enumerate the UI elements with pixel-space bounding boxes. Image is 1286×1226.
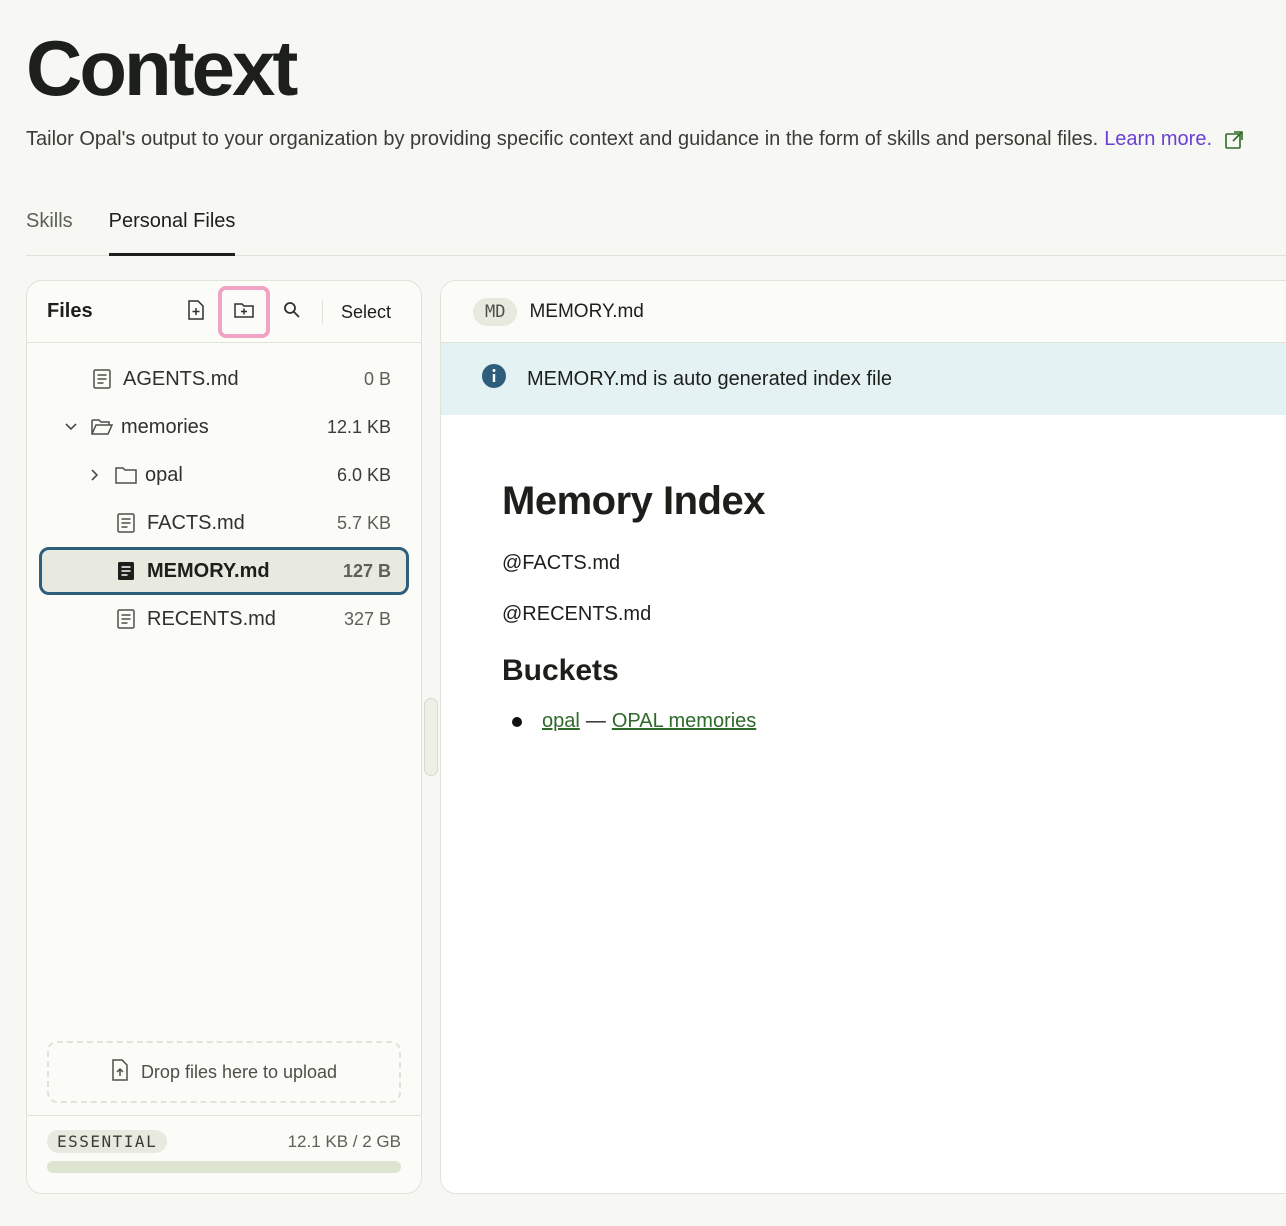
new-folder-icon — [234, 302, 254, 323]
doc-subheading: Buckets — [502, 654, 619, 687]
external-link-icon[interactable] — [1224, 130, 1244, 150]
file-viewer: MD MEMORY.md MEMORY.md is auto generated… — [440, 280, 1286, 1194]
files-header: Files Select — [27, 281, 421, 343]
tree-item-label: opal — [145, 463, 183, 486]
file-icon — [93, 369, 115, 389]
tree-item-size: 0 B — [363, 368, 391, 389]
tree-item-label: MEMORY.md — [147, 559, 270, 582]
viewer-header: MD MEMORY.md — [441, 281, 1286, 343]
tree-item-size: 327 B — [343, 608, 391, 629]
doc-line: @RECENTS.md — [502, 603, 652, 625]
file-tree: AGENTS.md 0 B memories 12.1 KB opal 6.0 … — [27, 343, 421, 643]
chevron-down-icon[interactable] — [61, 422, 81, 432]
doc-line: @FACTS.md — [502, 552, 621, 574]
doc-list: opal — OPAL memories — [502, 710, 1286, 733]
tree-item-label: AGENTS.md — [123, 367, 239, 390]
usage-bar — [47, 1161, 401, 1173]
doc-link-opal[interactable]: opal — [542, 710, 580, 733]
plan-badge: ESSENTIAL — [47, 1130, 168, 1153]
new-file-button[interactable] — [178, 290, 214, 334]
chevron-right-icon[interactable] — [85, 468, 105, 482]
bullet-icon — [512, 716, 522, 727]
tree-item-label: RECENTS.md — [147, 607, 276, 630]
viewer-filename: MEMORY.md — [529, 300, 644, 322]
list-separator: — — [585, 710, 606, 732]
tree-item-memories[interactable]: memories 12.1 KB — [27, 403, 421, 451]
info-icon — [481, 363, 507, 395]
tab-skills[interactable]: Skills — [26, 200, 73, 256]
folder-icon — [115, 466, 137, 484]
tree-item-opal[interactable]: opal 6.0 KB — [27, 451, 421, 499]
file-type-badge: MD — [473, 297, 518, 326]
panel-resize-handle[interactable] — [424, 698, 438, 776]
page-subtitle: Tailor Opal's output to your organizatio… — [26, 128, 1244, 151]
folder-open-icon — [91, 418, 113, 436]
list-item: opal — OPAL memories — [502, 710, 1286, 733]
files-title: Files — [47, 300, 93, 322]
banner-text: MEMORY.md is auto generated index file — [527, 367, 893, 390]
dropzone-label: Drop files here to upload — [140, 1061, 338, 1082]
new-folder-button[interactable] — [217, 286, 270, 338]
files-panel: Files Select AGENTS.md 0 B memories 12.1… — [26, 280, 422, 1194]
file-icon — [117, 609, 139, 629]
search-button[interactable] — [274, 290, 310, 334]
tree-item-size: 12.1 KB — [326, 416, 391, 437]
learn-more-link[interactable]: Learn more. — [1104, 128, 1212, 151]
tree-item-agents[interactable]: AGENTS.md 0 B — [27, 355, 421, 403]
usage-text: 12.1 KB / 2 GB — [287, 1131, 401, 1151]
select-button[interactable]: Select — [335, 302, 397, 323]
file-filled-icon — [117, 561, 139, 581]
info-banner: MEMORY.md is auto generated index file — [441, 343, 1286, 415]
tree-item-memory[interactable]: MEMORY.md 127 B — [39, 547, 409, 595]
tree-item-size: 5.7 KB — [336, 512, 391, 533]
doc-heading: Memory Index — [502, 479, 765, 523]
doc-link-opal-memories[interactable]: OPAL memories — [612, 710, 756, 733]
toolbar-divider — [321, 300, 323, 324]
storage-usage: ESSENTIAL 12.1 KB / 2 GB — [27, 1115, 421, 1193]
tree-item-recents[interactable]: RECENTS.md 327 B — [27, 595, 421, 643]
new-file-icon — [187, 299, 205, 325]
file-icon — [117, 513, 139, 533]
tree-item-facts[interactable]: FACTS.md 5.7 KB — [27, 499, 421, 547]
tree-item-size: 6.0 KB — [336, 464, 391, 485]
tab-bar: Skills Personal Files — [26, 200, 1286, 256]
upload-dropzone[interactable]: Drop files here to upload — [47, 1041, 401, 1103]
search-icon — [283, 301, 301, 324]
tab-personal-files[interactable]: Personal Files — [108, 200, 236, 256]
subtitle-text: Tailor Opal's output to your organizatio… — [26, 128, 1099, 150]
page-title: Context — [26, 24, 298, 112]
document-content: Memory Index @FACTS.md @RECENTS.md Bucke… — [441, 415, 1286, 733]
tree-item-size: 127 B — [342, 560, 391, 581]
tree-item-label: memories — [121, 415, 209, 438]
tree-item-label: FACTS.md — [147, 511, 245, 534]
upload-file-icon — [111, 1058, 129, 1086]
files-toolbar: Select — [178, 286, 397, 338]
